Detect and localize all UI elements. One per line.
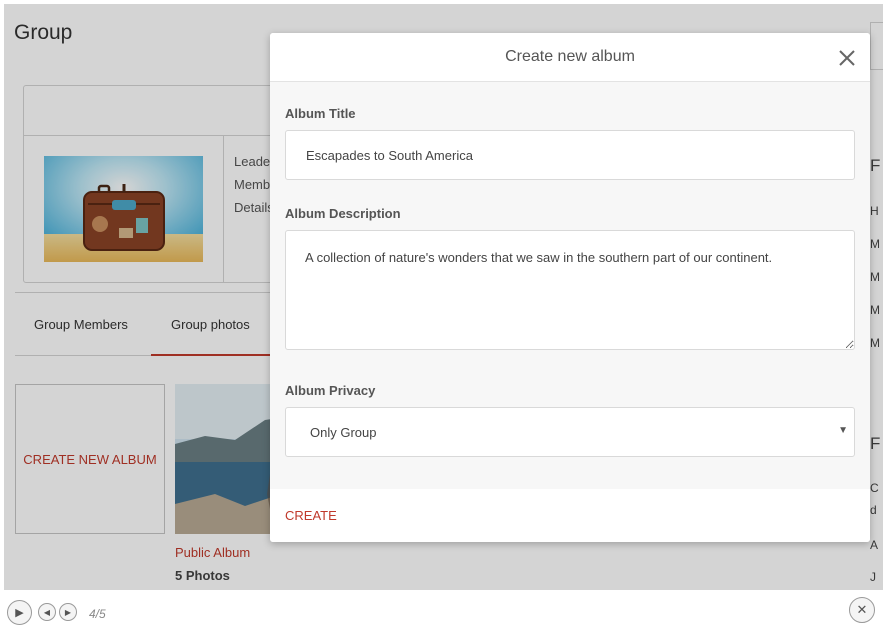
album-description-textarea[interactable]: A collection of nature's wonders that we… bbox=[285, 230, 855, 350]
modal-header: Create new album bbox=[270, 33, 870, 82]
album-description-label: Album Description bbox=[285, 206, 401, 221]
create-button[interactable]: CREATE bbox=[285, 508, 337, 523]
slide-counter: 4/5 bbox=[89, 607, 106, 621]
create-album-modal: Create new album Album Title Album Descr… bbox=[270, 33, 870, 542]
next-icon[interactable]: ▶ bbox=[59, 603, 77, 621]
modal-footer: CREATE bbox=[270, 489, 870, 542]
album-privacy-value: Only Group bbox=[310, 425, 377, 440]
chevron-down-icon: ▼ bbox=[838, 425, 848, 436]
album-privacy-select[interactable]: Only Group ▼ bbox=[285, 407, 855, 457]
play-icon[interactable]: ▶ bbox=[7, 600, 32, 625]
album-title-input[interactable] bbox=[285, 130, 855, 180]
modal-title: Create new album bbox=[505, 48, 635, 65]
slideshow-controls: ▶ ◀ ▶ 4/5 ✕ bbox=[0, 590, 883, 627]
album-privacy-label: Album Privacy bbox=[285, 383, 376, 398]
previous-icon[interactable]: ◀ bbox=[38, 603, 56, 621]
close-slideshow-icon[interactable]: ✕ bbox=[849, 597, 875, 623]
album-title-label: Album Title bbox=[285, 106, 356, 121]
close-icon[interactable] bbox=[836, 47, 858, 69]
